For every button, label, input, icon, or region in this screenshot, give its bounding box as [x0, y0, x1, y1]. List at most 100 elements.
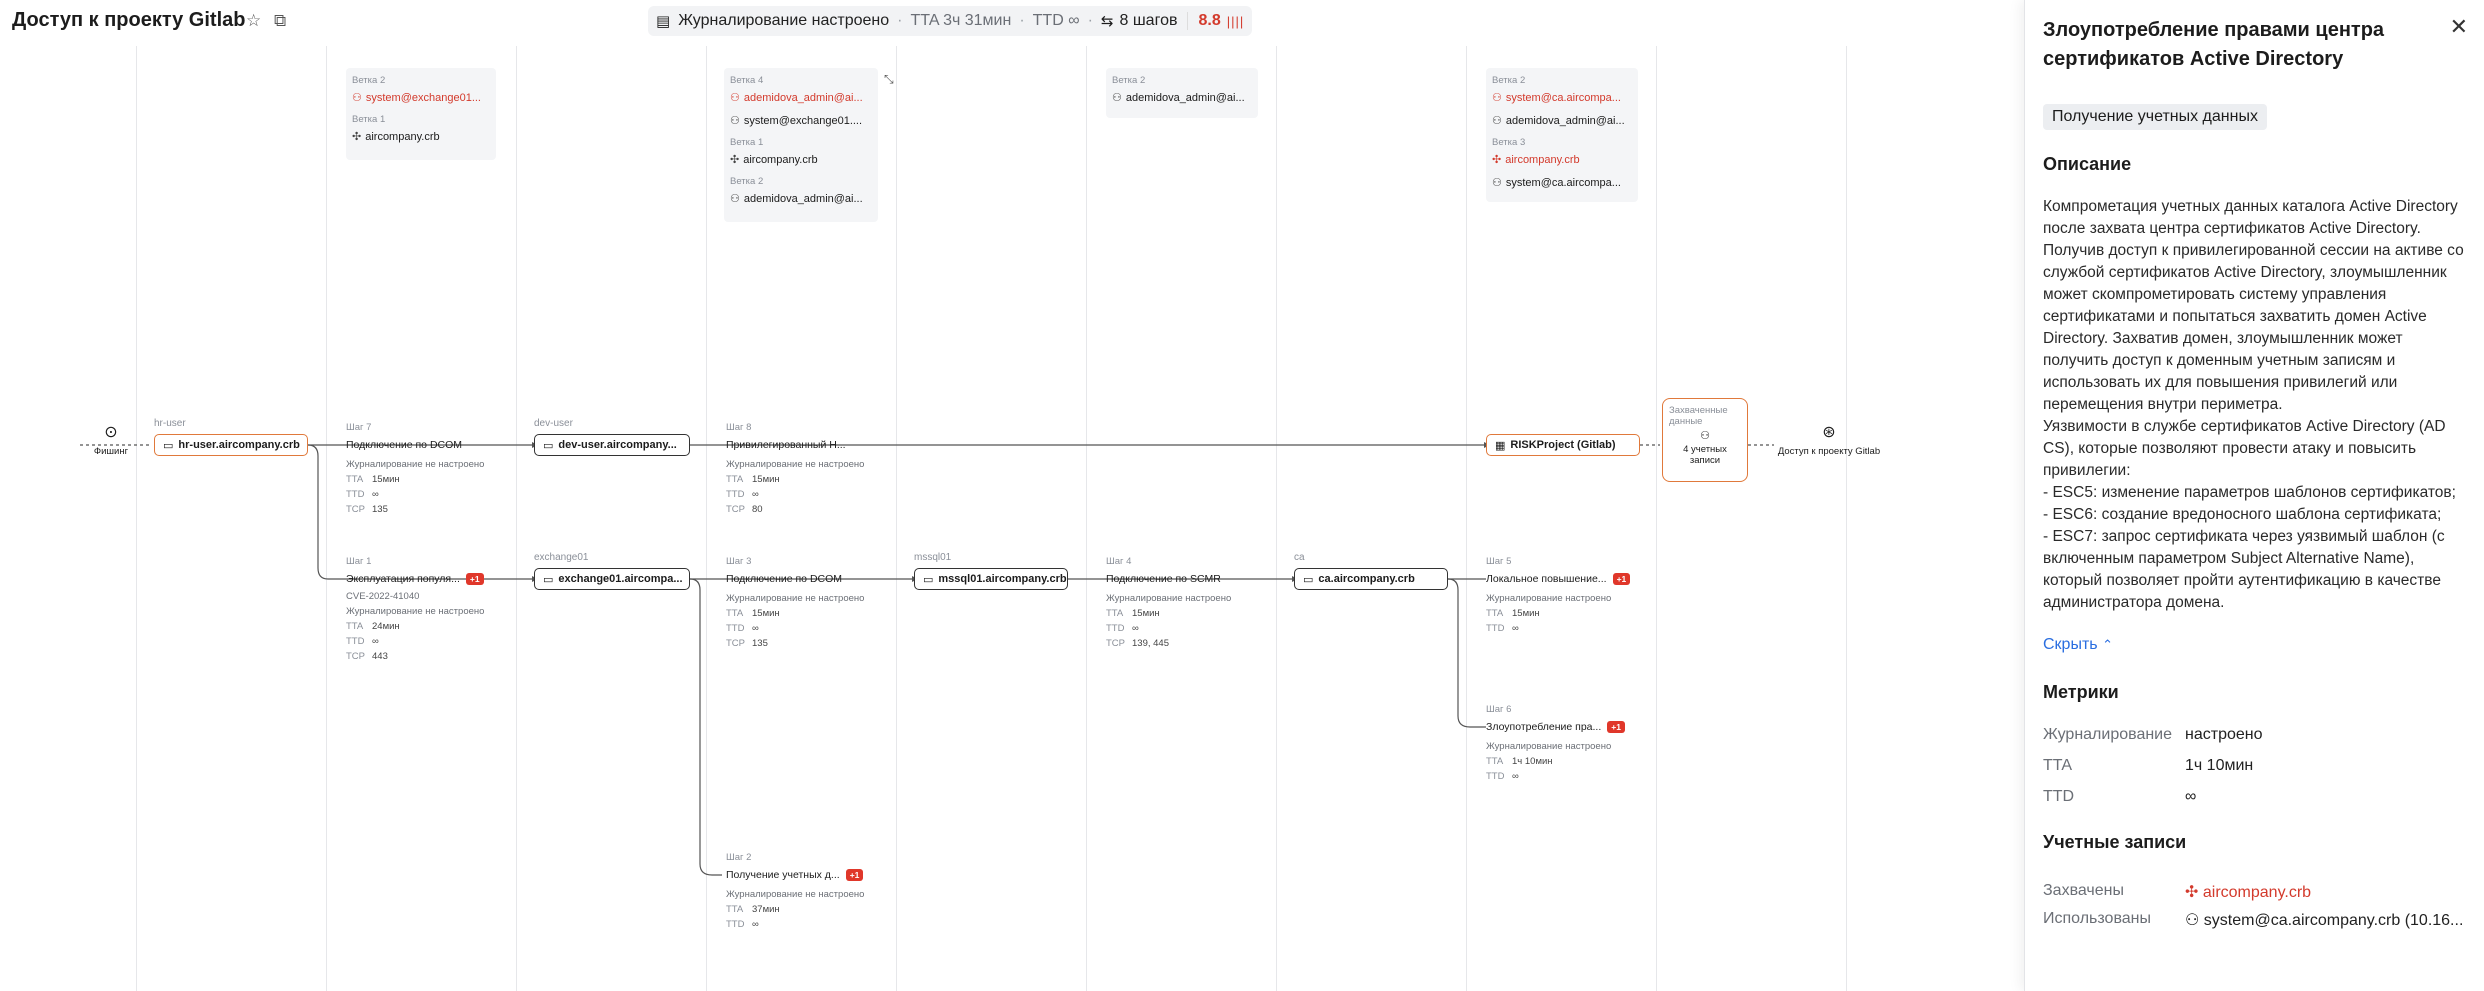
computer-icon: ▭	[543, 573, 554, 586]
captured-data-node[interactable]: Захваченные данные ⚇ 4 учетных записи	[1662, 398, 1748, 482]
metric-row: Журналирование настроено	[2043, 726, 2263, 743]
summary-tta: TTA 3ч 31мин	[910, 12, 1012, 29]
captured-title: Захваченные данные	[1669, 405, 1728, 427]
host-label: dev-user	[534, 418, 573, 429]
count-badge: +1	[1612, 573, 1631, 585]
metric-row: TTD ∞	[2043, 788, 2197, 805]
copy-icon[interactable]: ⧉	[274, 11, 286, 31]
user-icon: ⚇	[730, 115, 740, 127]
user-icon: ⚇	[352, 92, 362, 104]
target-icon: ⊛	[1822, 424, 1836, 441]
user-icon: ⚇	[730, 193, 740, 205]
metrics-heading: Метрики	[2043, 682, 2119, 702]
step-8[interactable]: Шаг 8 Привилегированный Н... Журналирова…	[726, 422, 876, 515]
app-root: Доступ к проекту Gitlab ☆ ⧉ ▤ Журналиров…	[0, 0, 2484, 991]
user-icon: ⚇	[1492, 177, 1502, 189]
attack-graph-canvas[interactable]: ⊙ Фишинг ⊛ Доступ к проекту Gitlab Ветка…	[0, 46, 2024, 991]
account-group-2[interactable]: Ветка 4 ⚇ ademidova_admin@ai... ⚇ system@e…	[724, 68, 878, 222]
host-risk-project[interactable]: ▦ RISKProject (Gitlab)	[1486, 434, 1640, 456]
step-name: Привилегированный Н...	[726, 439, 846, 451]
step-name: Эксплуатация популя... +1	[346, 573, 496, 585]
step-7[interactable]: Шаг 7 Подключение по DCOM Журналирование…	[346, 422, 496, 515]
account-icon: ⚇	[1700, 430, 1710, 442]
step-2[interactable]: Шаг 2 Получение учетных д... +1 Журналиро…	[726, 852, 876, 930]
summary-steps: 8 шагов	[1119, 12, 1178, 29]
account-item[interactable]: ✣ aircompany.crb	[352, 130, 490, 144]
hide-link[interactable]: Скрыть ⌃	[2043, 636, 2113, 654]
account-item[interactable]: ✣ aircompany.crb	[730, 153, 872, 167]
step-6[interactable]: Шаг 6 Злоупотребление пра... +1 Журналиро…	[1486, 704, 1636, 782]
end-label: Доступ к проекту Gitlab	[1777, 446, 1881, 457]
accounts-heading: Учетные записи	[2043, 832, 2187, 852]
tactic-tag: Получение учетных данных	[2043, 104, 2267, 130]
computer-icon: ▭	[923, 573, 934, 586]
step-logging: Журналирование настроено	[1486, 741, 1612, 752]
count-badge: +1	[1607, 721, 1625, 733]
step-details-panel: Злоупотребление правами центра сертифика…	[2024, 0, 2484, 991]
log-icon: ▤	[656, 13, 671, 30]
host-hr-user[interactable]: ▭ hr-user.aircompany.crb	[154, 434, 308, 456]
account-item[interactable]: ✣ aircompany.crb	[1492, 153, 1632, 167]
entry-icon: ⊙	[104, 424, 118, 441]
step-5[interactable]: Шаг 5 Локальное повышение... +1 Журналиро…	[1486, 556, 1636, 634]
end-node[interactable]: ⊛ Доступ к проекту Gitlab	[1774, 422, 1884, 457]
account-item[interactable]: ⚇ system@ca.aircompa...	[1492, 91, 1632, 105]
chevron-up-icon: ⌃	[2102, 637, 2113, 652]
summary-ttd: TTD ∞	[1032, 12, 1080, 29]
step-name: Подключение по SCMR	[1106, 573, 1221, 585]
risk-score: 8.8	[1187, 12, 1221, 30]
metric-row: TTA 1ч 10мин	[2043, 757, 2254, 774]
description-heading: Описание	[2043, 154, 2132, 174]
account-group-3[interactable]: Ветка 2 ⚇ ademidova_admin@ai...	[1106, 68, 1258, 118]
computer-icon: ▭	[1303, 573, 1314, 586]
step-cve: CVE-2022-41040	[346, 591, 420, 602]
account-item[interactable]: ⚇ ademidova_admin@ai...	[1492, 114, 1632, 128]
user-icon: ⚇	[1112, 92, 1122, 104]
domain-icon: ✣	[1492, 154, 1502, 166]
path-summary: ▤ Журналирование настроено · TTA 3ч 31ми…	[648, 6, 1253, 36]
host-ca[interactable]: ▭ ca.aircompany.crb	[1294, 568, 1448, 590]
step-name: Злоупотребление пра... +1	[1486, 721, 1636, 733]
account-item[interactable]: ⚇ ademidova_admin@ai...	[1112, 91, 1252, 105]
start-node[interactable]: ⊙ Фишинг	[86, 422, 136, 457]
step-logging: Журналирование не настроено	[726, 593, 865, 604]
captured-account-link[interactable]: ✣ aircompany.crb	[2185, 882, 2311, 902]
account-item[interactable]: ⚇ ademidova_admin@ai...	[730, 192, 872, 206]
step-logging: Журналирование не настроено	[346, 459, 485, 470]
captured-accounts-row: Захвачены ✣ aircompany.crb	[2043, 882, 2312, 902]
step-name: Получение учетных д... +1	[726, 869, 876, 881]
account-group-4[interactable]: Ветка 2 ⚇ system@ca.aircompa... ⚇ ademidov…	[1486, 68, 1638, 202]
domain-icon: ✣	[730, 154, 740, 166]
user-icon: ⚇	[2185, 912, 2204, 929]
step-1[interactable]: Шаг 1 Эксплуатация популя... +1 CVE-2022-…	[346, 556, 496, 662]
account-item[interactable]: ⚇ system@exchange01....	[730, 114, 872, 128]
account-group-1[interactable]: Ветка 2 ⚇ system@exchange01... Ветка 1 ✣ a…	[346, 68, 496, 160]
account-item[interactable]: ⚇ ademidova_admin@ai...	[730, 91, 872, 105]
step-name: Подключение по DCOM	[346, 439, 463, 451]
domain-icon: ✣	[352, 131, 362, 143]
top-bar: Доступ к проекту Gitlab ☆ ⧉ ▤ Журналиров…	[0, 0, 2024, 46]
account-item[interactable]: ⚇ system@exchange01...	[352, 91, 490, 105]
host-label: exchange01	[534, 552, 589, 563]
used-account-link[interactable]: ⚇ system@ca.aircompany.crb (10.16...	[2185, 910, 2463, 930]
step-4[interactable]: Шаг 4 Подключение по SCMR Журналирование…	[1106, 556, 1256, 649]
host-mssql01[interactable]: ▭ mssql01.aircompany.crb	[914, 568, 1068, 590]
user-icon: ⚇	[1492, 115, 1502, 127]
account-item[interactable]: ⚇ system@ca.aircompa...	[1492, 176, 1632, 190]
close-icon[interactable]: ✕	[2450, 14, 2468, 40]
summary-logging: Журналирование настроено	[678, 12, 890, 29]
step-name: Подключение по DCOM	[726, 573, 843, 585]
user-icon: ⚇	[1492, 92, 1502, 104]
page-title: Доступ к проекту Gitlab	[12, 9, 246, 31]
host-exchange01[interactable]: ▭ exchange01.aircompa...	[534, 568, 690, 590]
captured-count: 4 учетных записи	[1683, 444, 1727, 466]
host-dev-user[interactable]: ▭ dev-user.aircompany...	[534, 434, 690, 456]
step-logging: Журналирование не настроено	[726, 889, 865, 900]
star-icon[interactable]: ☆	[246, 11, 261, 31]
collapse-icon[interactable]: ⤡	[884, 72, 894, 87]
step-3[interactable]: Шаг 3 Подключение по DCOM Журналирование…	[726, 556, 876, 649]
count-badge: +1	[845, 869, 864, 881]
step-logging: Журналирование не настроено	[726, 459, 865, 470]
risk-bars-icon: ||||	[1226, 13, 1245, 29]
project-icon: ▦	[1495, 439, 1506, 452]
